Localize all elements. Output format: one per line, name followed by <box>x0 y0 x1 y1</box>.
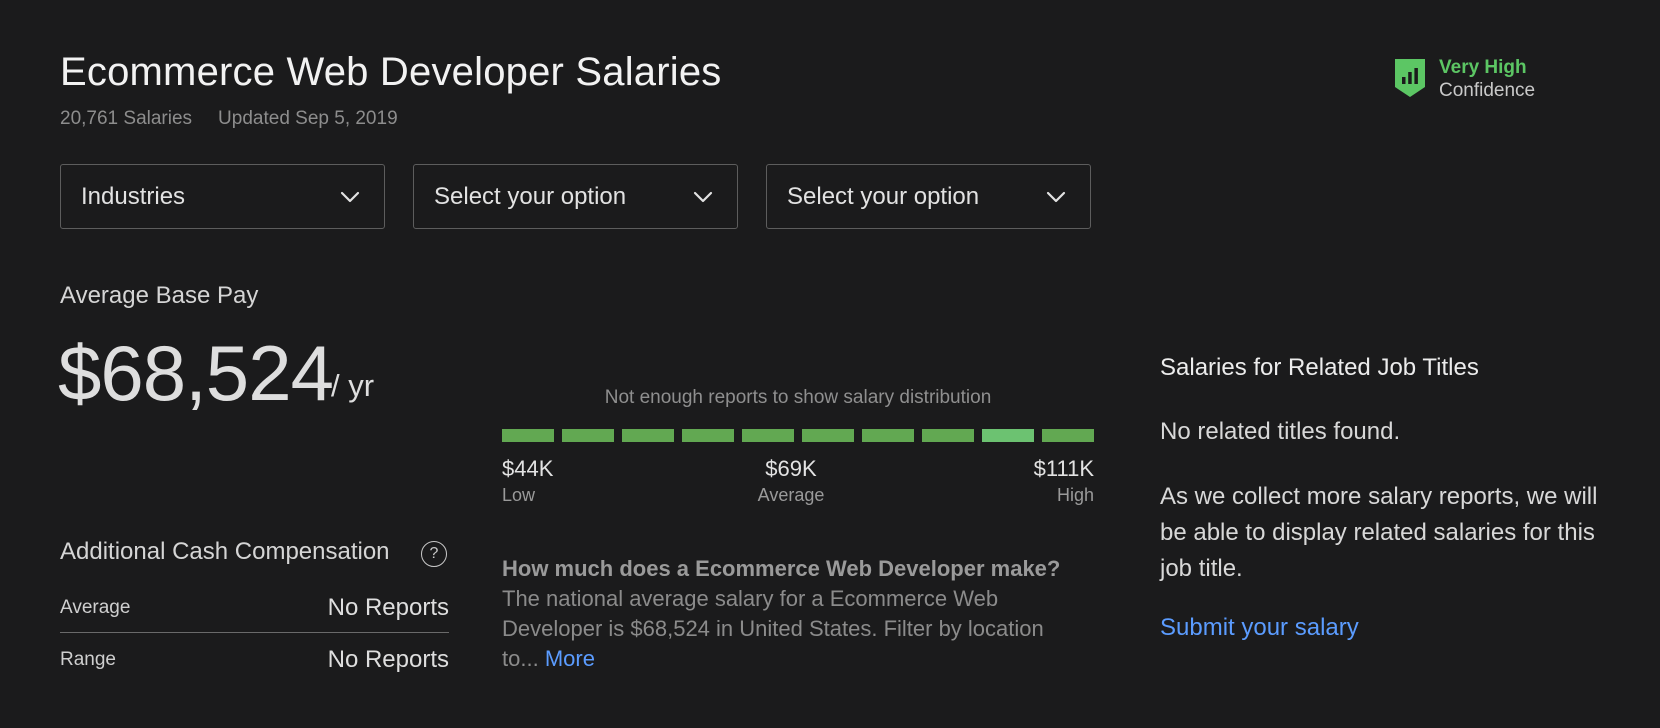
salary-meta: 20,761 Salaries Updated Sep 5, 2019 <box>60 108 398 130</box>
distribution-segment <box>562 429 614 442</box>
salary-count: 20,761 Salaries <box>60 108 193 129</box>
distribution-segment <box>502 429 554 442</box>
base-pay-value: $68,524 <box>58 329 334 417</box>
low-label: Low <box>502 485 536 505</box>
distribution-bar <box>502 429 1094 442</box>
distribution-segment <box>742 429 794 442</box>
distribution-segment <box>1042 429 1094 442</box>
high-value: $111K <box>1033 456 1094 481</box>
related-titles-heading: Salaries for Related Job Titles <box>1160 354 1479 381</box>
compensation-row-range: Range No Reports <box>60 646 449 674</box>
average-value: $69K <box>765 456 817 481</box>
distribution-note: Not enough reports to show salary distri… <box>604 387 992 408</box>
confidence-label: Confidence <box>1439 80 1536 101</box>
row-divider <box>60 632 449 633</box>
row-key: Range <box>60 649 116 670</box>
related-message: As we collect more salary reports, we wi… <box>1160 483 1598 582</box>
distribution-segment <box>982 429 1034 442</box>
confidence-level: Very High <box>1439 57 1527 78</box>
distribution-segment <box>862 429 914 442</box>
dropdown-label: Select your option <box>434 182 627 210</box>
faq-question: How much does a Ecommerce Web Developer … <box>502 556 1061 581</box>
bar-chart-shield-icon <box>1395 59 1425 97</box>
page-title: Ecommerce Web Developer Salaries <box>60 50 722 94</box>
base-pay-unit: / yr <box>331 368 375 403</box>
help-icon[interactable]: ? <box>421 541 447 567</box>
row-value: No Reports <box>327 594 449 621</box>
additional-cash-title: Additional Cash Compensation <box>60 538 390 565</box>
no-related-titles: No related titles found. <box>1160 418 1401 445</box>
distribution-segment <box>802 429 854 442</box>
distribution-segment <box>922 429 974 442</box>
salary-faq: How much does a Ecommerce Web Developer … <box>502 554 1077 674</box>
low-value: $44K <box>502 456 554 481</box>
submit-salary-link[interactable]: Submit your salary <box>1160 614 1359 642</box>
dropdown-label: Select your option <box>787 182 980 210</box>
industries-dropdown[interactable]: Industries <box>60 164 385 229</box>
option-dropdown-2[interactable]: Select your option <box>766 164 1091 229</box>
chevron-down-icon <box>1046 191 1066 202</box>
confidence-badge: Very High Confidence <box>1393 56 1535 102</box>
compensation-row-average: Average No Reports <box>60 594 449 622</box>
distribution-segment <box>622 429 674 442</box>
row-value: No Reports <box>327 646 449 673</box>
average-label: Average <box>757 485 825 505</box>
chevron-down-icon <box>693 191 713 202</box>
high-label: High <box>1056 485 1094 505</box>
distribution-segment <box>682 429 734 442</box>
option-dropdown-1[interactable]: Select your option <box>413 164 738 229</box>
chevron-down-icon <box>340 191 360 202</box>
average-base-pay-label: Average Base Pay <box>60 282 259 309</box>
updated-date: Updated Sep 5, 2019 <box>218 108 398 129</box>
row-key: Average <box>60 597 131 618</box>
dropdown-label: Industries <box>81 182 186 210</box>
more-link[interactable]: More <box>545 646 595 671</box>
